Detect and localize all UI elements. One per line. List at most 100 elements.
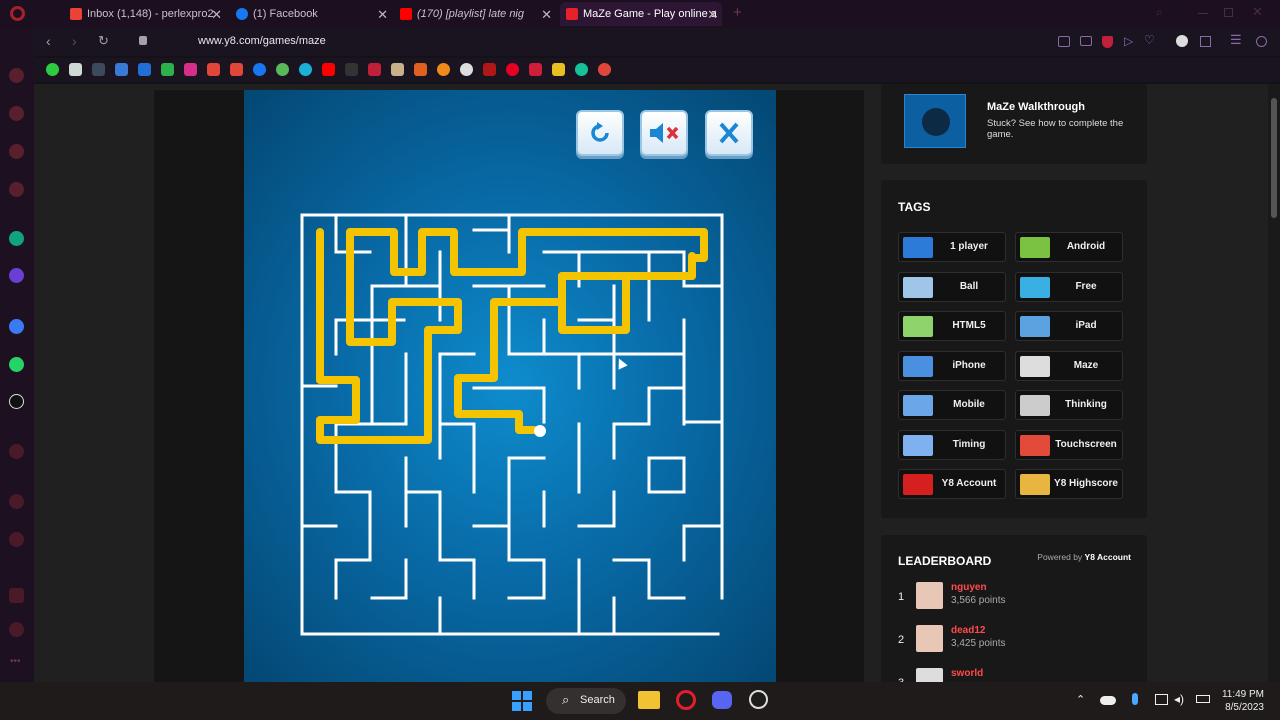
easy-setup-icon[interactable]: ☰	[1230, 32, 1242, 48]
speed-dial-icon[interactable]	[9, 68, 24, 83]
avatar[interactable]	[916, 625, 943, 652]
m-bookmark-icon[interactable]	[483, 63, 496, 76]
page-scrollbar[interactable]	[1268, 84, 1280, 682]
close-window-icon[interactable]: ✕	[1252, 4, 1263, 20]
tag-1-player[interactable]: 1 player	[898, 232, 1006, 262]
tiktok-icon[interactable]	[9, 394, 24, 409]
tab-facebook[interactable]: (1) Facebook ✕	[236, 2, 388, 26]
camera-icon[interactable]	[1080, 36, 1092, 46]
windows-start-icon[interactable]	[512, 691, 532, 711]
leaderboard-name[interactable]: sworld	[951, 668, 983, 679]
walkthrough-thumbnail[interactable]	[904, 94, 966, 148]
play-bookmark-icon[interactable]	[46, 63, 59, 76]
url-field[interactable]: www.y8.com/games/maze	[198, 35, 326, 47]
tag-touchscreen[interactable]: Touchscreen	[1015, 429, 1123, 460]
file-explorer-icon[interactable]	[638, 691, 660, 709]
downloads-icon[interactable]	[9, 588, 24, 603]
tag-ball[interactable]: Ball	[898, 271, 1006, 302]
k-bookmark-icon[interactable]	[552, 63, 565, 76]
github-bookmark-icon[interactable]	[460, 63, 473, 76]
opera-icon[interactable]	[676, 690, 696, 710]
onedrive-icon[interactable]	[1100, 696, 1116, 705]
battery-icon[interactable]	[1196, 695, 1210, 703]
cube-icon[interactable]	[1200, 36, 1211, 47]
whatsapp-icon[interactable]	[9, 357, 24, 372]
vpn-icon[interactable]	[1176, 35, 1188, 47]
adblock-icon[interactable]	[1102, 36, 1113, 48]
bag-icon[interactable]	[9, 106, 24, 121]
send-icon[interactable]: ▷	[1124, 34, 1133, 48]
leaderboard-name[interactable]: dead12	[951, 625, 985, 636]
chatgpt-icon[interactable]	[9, 231, 24, 246]
minimize-icon[interactable]	[1198, 13, 1208, 14]
taskbar-search[interactable]: ⌕ Search	[546, 688, 626, 714]
chevron-up-icon[interactable]: ⌃	[1076, 693, 1085, 706]
tag-free[interactable]: Free	[1015, 271, 1123, 302]
tag-iphone[interactable]: iPhone	[898, 350, 1006, 381]
player-icon[interactable]	[9, 444, 24, 459]
more-icon[interactable]: •••	[10, 656, 21, 667]
forward-icon[interactable]: ›	[72, 33, 77, 49]
scrollbar-thumb[interactable]	[1271, 98, 1277, 218]
twitch-icon[interactable]	[9, 144, 24, 159]
pinterest-bookmark-icon[interactable]	[506, 63, 519, 76]
discord-icon[interactable]	[712, 691, 732, 709]
new-tab-icon[interactable]: +	[733, 4, 742, 21]
close-tab-icon[interactable]: ✕	[211, 7, 222, 23]
avatar[interactable]	[916, 668, 943, 682]
youtube-bookmark-icon[interactable]	[322, 63, 335, 76]
back-icon[interactable]: ‹	[46, 33, 51, 49]
sheets-bookmark-icon[interactable]	[161, 63, 174, 76]
volume-icon[interactable]: ◂)	[1174, 692, 1184, 706]
grammarly-bookmark-icon[interactable]	[575, 63, 588, 76]
messenger-icon[interactable]	[9, 319, 24, 334]
x-bookmark-icon[interactable]	[92, 63, 105, 76]
p2-bookmark-icon[interactable]	[529, 63, 542, 76]
grid-bookmark-icon[interactable]	[138, 63, 151, 76]
leaderboard-name[interactable]: nguyen	[951, 582, 987, 593]
display-icon[interactable]	[1155, 694, 1168, 705]
powered-by-brand[interactable]: Y8 Account	[1085, 552, 1131, 562]
tag-thinking[interactable]: Thinking	[1015, 390, 1123, 420]
android-bookmark-icon[interactable]	[276, 63, 289, 76]
system-clock[interactable]: 11:49 PM 8/5/2023	[1214, 688, 1264, 714]
reload-icon[interactable]: ↻	[98, 33, 109, 49]
bookmarks-icon[interactable]	[9, 182, 24, 197]
microphone-icon[interactable]	[1132, 693, 1138, 705]
opera-menu-icon[interactable]	[10, 6, 25, 21]
tag-y8-highscore[interactable]: Y8 Highscore	[1015, 469, 1123, 499]
maximize-icon[interactable]	[1224, 8, 1233, 17]
tag-mobile[interactable]: Mobile	[898, 390, 1006, 420]
profile-icon[interactable]	[1256, 36, 1267, 47]
tab-youtube[interactable]: (170) [playlist] late nig ✕	[400, 2, 552, 26]
snap-icon[interactable]	[1058, 36, 1070, 47]
st-bookmark-icon[interactable]	[345, 63, 358, 76]
extensions-icon[interactable]	[9, 532, 24, 547]
settings-icon[interactable]	[9, 622, 24, 637]
flame-bookmark-icon[interactable]	[598, 63, 611, 76]
walkthrough-panel[interactable]: MaZe Walkthrough Stuck? See how to compl…	[881, 84, 1147, 164]
ts-bookmark-icon[interactable]	[368, 63, 381, 76]
heart-icon[interactable]: ♡	[1144, 33, 1155, 47]
x2-bookmark-icon[interactable]	[414, 63, 427, 76]
avatar[interactable]	[916, 582, 943, 609]
close-bookmark-icon[interactable]	[230, 63, 243, 76]
tag-timing[interactable]: Timing	[898, 429, 1006, 460]
chatgpt-app-icon[interactable]	[749, 690, 768, 709]
tag-maze[interactable]: Maze	[1015, 350, 1123, 381]
tab-maze-game[interactable]: MaZe Game - Play online a ✕	[560, 2, 722, 26]
search-tabs-icon[interactable]: ⌕	[1156, 5, 1163, 20]
close-tab-icon[interactable]: ✕	[377, 7, 388, 23]
close-tab-icon[interactable]: ✕	[541, 7, 552, 23]
history-icon[interactable]	[9, 494, 24, 509]
tag-y8-account[interactable]: Y8 Account	[898, 469, 1006, 499]
tag-html5[interactable]: HTML5	[898, 311, 1006, 341]
p-bookmark-icon[interactable]	[299, 63, 312, 76]
tag-ipad[interactable]: iPad	[1015, 311, 1123, 341]
instagram-bookmark-icon[interactable]	[184, 63, 197, 76]
tag-android[interactable]: Android	[1015, 232, 1123, 262]
close-tab-icon[interactable]: ✕	[707, 7, 718, 23]
gmail-bookmark-icon[interactable]	[207, 63, 220, 76]
facebook-bookmark-icon[interactable]	[253, 63, 266, 76]
tab-gmail[interactable]: Inbox (1,148) - perlexpro2 ✕	[70, 2, 222, 26]
